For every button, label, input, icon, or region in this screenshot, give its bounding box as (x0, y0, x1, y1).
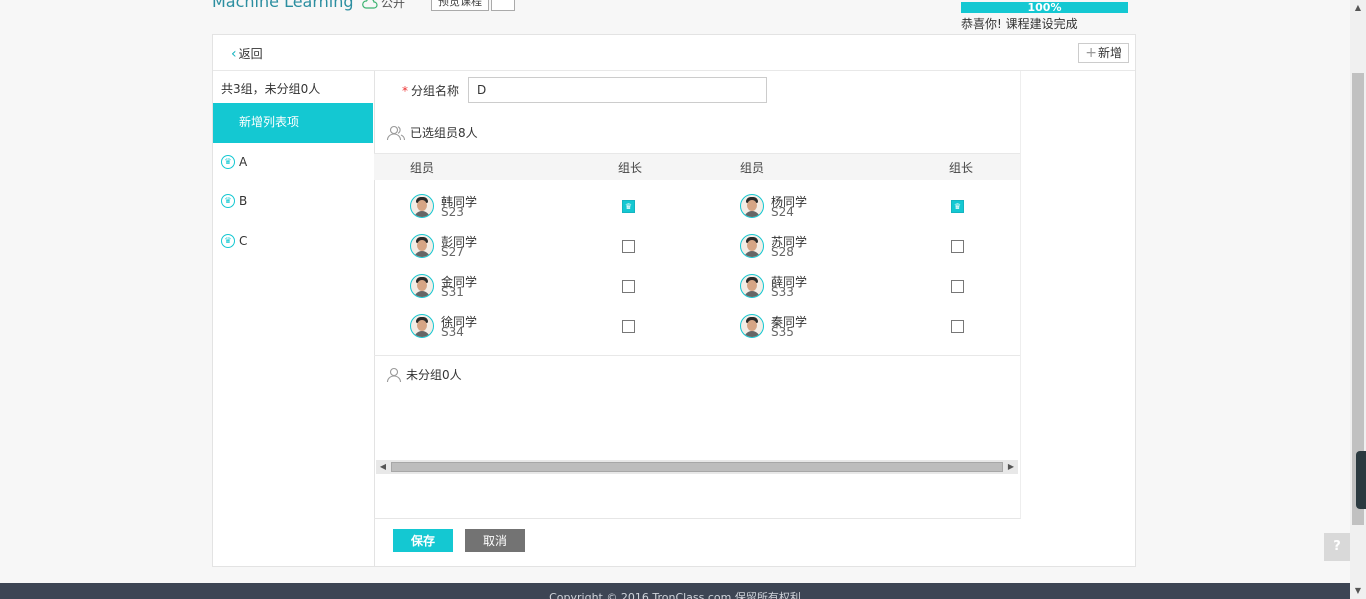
column-header-member: 组员 (740, 161, 765, 175)
add-new-button[interactable]: +新增 (1078, 43, 1129, 63)
scroll-left-icon[interactable]: ◀ (376, 460, 390, 474)
avatar (740, 234, 764, 258)
avatar (740, 274, 764, 298)
add-new-label: 新增 (1097, 46, 1122, 60)
member-id: S31 (441, 285, 464, 299)
ungrouped-members-label: 未分组0人 (386, 366, 462, 383)
leader-checkbox[interactable] (622, 240, 635, 253)
leader-checkbox[interactable] (951, 240, 964, 253)
selected-members-text: 已选组员8人 (410, 126, 478, 140)
ungrouped-members-text: 未分组0人 (406, 368, 462, 382)
group-label: C (239, 234, 248, 248)
page-scrollbar[interactable]: ▲ ▼ (1350, 0, 1366, 599)
leader-checkbox[interactable]: ♛ (622, 200, 635, 213)
avatar (410, 314, 434, 338)
sidebar-item-group[interactable]: ♛ C (221, 231, 247, 251)
member-id: S27 (441, 245, 464, 259)
scroll-right-icon[interactable]: ▶ (1004, 460, 1018, 474)
group-name-label-text: 分组名称 (411, 84, 460, 98)
group-label: B (239, 194, 248, 208)
scroll-up-icon[interactable]: ▲ (1350, 0, 1366, 16)
member-id: S34 (441, 325, 464, 339)
group-summary: 共3组，未分组0人 (221, 82, 321, 96)
group-sidebar: 共3组，未分组0人 新增列表项 ♛ A ♛ B ♛ C (213, 71, 375, 566)
column-header-leader: 组长 (949, 161, 974, 175)
page-footer: Copyright © 2016 TronClass.com 保留所有权利 (0, 583, 1350, 599)
scrollbar-thumb[interactable] (391, 462, 1003, 472)
leader-checkbox[interactable] (951, 280, 964, 293)
visibility-label: 公开 (381, 0, 406, 10)
sidebar-item-group[interactable]: ♛ B (221, 191, 247, 211)
leader-checkbox[interactable] (622, 320, 635, 333)
column-header-member: 组员 (410, 161, 435, 175)
visibility-indicator[interactable]: 公开 (362, 0, 405, 11)
section-divider (374, 355, 1020, 356)
feedback-button[interactable]: ? (1324, 533, 1350, 561)
avatar (410, 234, 434, 258)
group-label: A (239, 155, 248, 169)
cloud-icon (362, 0, 378, 9)
member-id: S24 (771, 205, 794, 219)
course-title[interactable]: Machine Learning (212, 0, 354, 11)
avatar (410, 274, 434, 298)
scroll-down-icon[interactable]: ▼ (1350, 583, 1366, 599)
back-label: 返回 (238, 47, 263, 61)
completion-message: 恭喜你! 课程建设完成 (961, 17, 1078, 31)
crown-icon: ♛ (624, 202, 633, 211)
avatar (740, 194, 764, 218)
back-link[interactable]: ‹ 返回 (231, 45, 263, 62)
members-icon (386, 125, 406, 140)
required-marker: * (402, 84, 408, 98)
selected-members-label: 已选组员8人 (386, 124, 478, 141)
course-progress-bar: 100% (961, 2, 1128, 13)
chat-help-icon: ? (1333, 539, 1341, 554)
panel-header: ‹ 返回 +新增 (213, 35, 1135, 71)
member-id: S35 (771, 325, 794, 339)
leader-checkbox[interactable] (622, 280, 635, 293)
crown-icon: ♛ (221, 194, 235, 208)
group-name-label: * 分组名称 (402, 82, 459, 99)
more-options-button[interactable]: ••• (491, 0, 515, 11)
member-id: S33 (771, 285, 794, 299)
preview-course-button[interactable]: 预览课程 (431, 0, 489, 11)
group-name-input[interactable] (468, 77, 767, 103)
horizontal-scrollbar[interactable]: ◀ ▶ (376, 460, 1018, 474)
user-icon (386, 367, 402, 382)
crown-icon: ♛ (221, 234, 235, 248)
avatar (410, 194, 434, 218)
member-id: S28 (771, 245, 794, 259)
cancel-button[interactable]: 取消 (465, 529, 525, 552)
sidebar-item-new[interactable]: 新增列表项 (213, 103, 373, 143)
group-form: *分组名称 已选组员8人 组员 组长 组员 组长 韩同学 S23 ♛ 杨同学 S… (374, 71, 1021, 519)
avatar (740, 314, 764, 338)
course-header: Machine Learning 公开 预览课程 ••• 100% 恭喜你! 课… (0, 0, 1350, 34)
column-header-leader: 组长 (618, 161, 643, 175)
members-table-header: 组员 组长 组员 组长 (374, 153, 1020, 180)
save-button[interactable]: 保存 (393, 529, 453, 552)
chevron-left-icon: ‹ (231, 46, 237, 62)
sidebar-item-group[interactable]: ♛ A (221, 152, 247, 172)
member-id: S23 (441, 205, 464, 219)
leader-checkbox[interactable]: ♛ (951, 200, 964, 213)
crown-icon: ♛ (221, 155, 235, 169)
side-widget[interactable] (1356, 451, 1366, 509)
leader-checkbox[interactable] (951, 320, 964, 333)
plus-icon: + (1085, 45, 1097, 61)
group-edit-panel: ‹ 返回 +新增 共3组，未分组0人 新增列表项 ♛ A ♛ B ♛ C * 分组名… (212, 34, 1136, 567)
crown-icon: ♛ (953, 202, 962, 211)
